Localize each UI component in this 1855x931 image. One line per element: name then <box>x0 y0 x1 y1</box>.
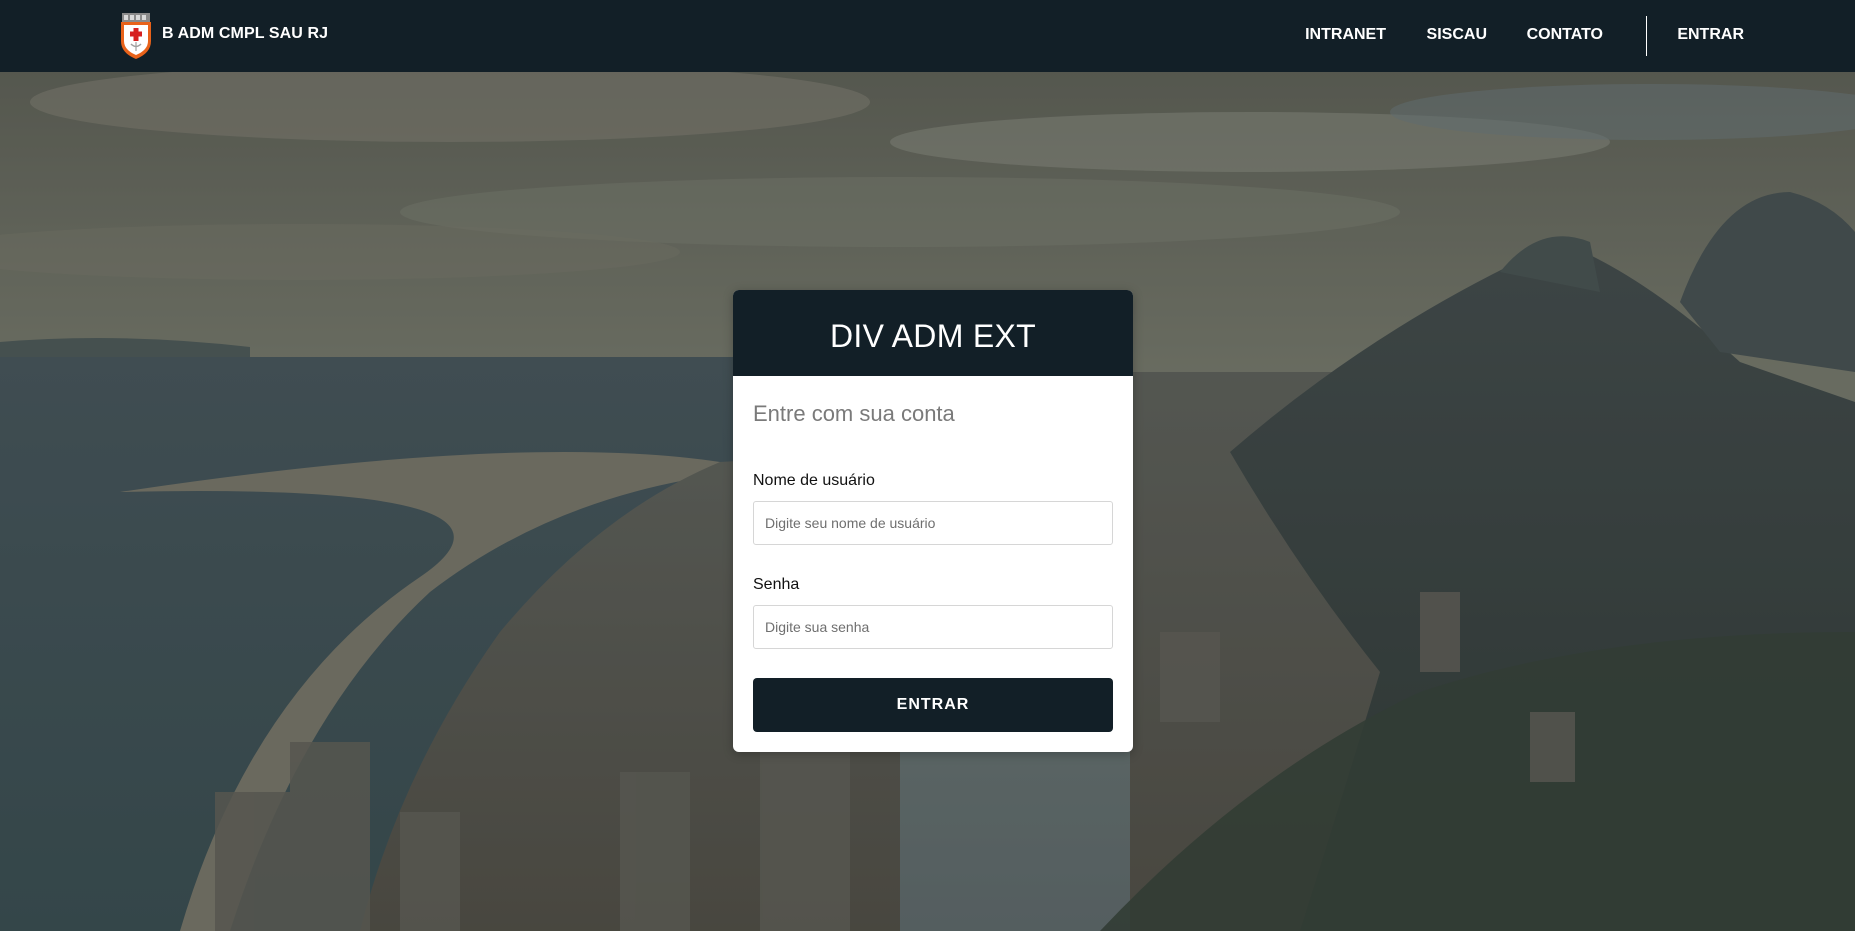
password-input[interactable] <box>753 605 1113 649</box>
nav-link-intranet[interactable]: INTRANET <box>1305 26 1386 44</box>
nav-link-siscau[interactable]: SISCAU <box>1427 26 1487 44</box>
nav-divider <box>1646 16 1647 56</box>
nav-link-entrar[interactable]: ENTRAR <box>1677 26 1744 44</box>
username-label: Nome de usuário <box>753 472 875 489</box>
login-title: DIV ADM EXT <box>829 317 1036 354</box>
username-input[interactable] <box>753 501 1113 545</box>
military-health-shield-icon <box>121 13 151 59</box>
login-submit-button[interactable]: ENTRAR <box>753 678 1113 732</box>
nav-link-contato[interactable]: CONTATO <box>1527 26 1603 44</box>
login-subtitle: Entre com sua conta <box>753 401 955 426</box>
login-card-header: DIV ADM EXT <box>733 290 1133 376</box>
top-navbar: B ADM CMPL SAU RJ INTRANET SISCAU CONTAT… <box>0 0 1855 72</box>
password-label: Senha <box>753 576 800 593</box>
brand-name: B ADM CMPL SAU RJ <box>162 25 329 42</box>
login-card: DIV ADM EXT Entre com sua conta Nome de … <box>733 290 1133 752</box>
brand[interactable]: B ADM CMPL SAU RJ <box>119 12 328 60</box>
